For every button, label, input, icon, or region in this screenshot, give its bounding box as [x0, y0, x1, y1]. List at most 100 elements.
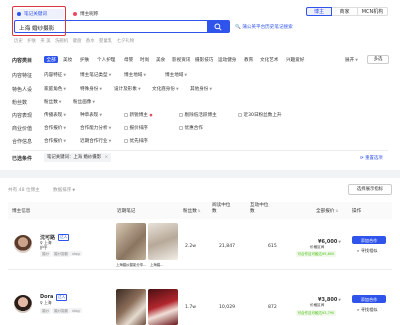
interactions-value: 872 [268, 305, 277, 310]
dropdown-special-identity[interactable]: 特殊身份▼ [80, 86, 102, 92]
history-item[interactable]: 婴童乳 [99, 39, 112, 44]
history-item[interactable]: 香水 [86, 39, 95, 44]
note-thumbnail[interactable] [148, 289, 178, 325]
note-thumbnail[interactable] [116, 223, 146, 260]
dropdown-follower-persona[interactable]: 粉丝画像▼ [73, 99, 95, 105]
avatar[interactable] [14, 235, 32, 253]
find-similar-link[interactable]: ⌕ 寻找相似 [357, 248, 377, 254]
note-thumbnail[interactable] [148, 223, 178, 260]
creator-tag: vlog [70, 251, 82, 257]
dropdown-other-identity[interactable]: 其他身份▼ [190, 86, 212, 92]
history-item[interactable]: 夹 美 [40, 39, 50, 44]
multi-select-button[interactable]: 多选 [367, 55, 389, 64]
dropdown-grass[interactable]: 种草表现▼ [80, 112, 102, 118]
category-option[interactable]: 美妆 [63, 57, 72, 63]
find-similar-link[interactable]: ⌕ 寻找相似 [357, 307, 377, 313]
checkbox-new-creator[interactable]: 新锐博主 ● [124, 112, 153, 118]
dropdown-region-2[interactable]: 博主地域▼ [165, 72, 187, 78]
dropdown-label: 合作报价 [44, 126, 63, 131]
table-row[interactable] [8, 220, 392, 270]
history-label: 历史 [14, 39, 23, 44]
history-item[interactable]: 七夕礼物 [117, 39, 135, 44]
category-option[interactable]: 母婴 [124, 57, 133, 63]
dropdown-follower-count[interactable]: 粉丝数▼ [44, 99, 62, 105]
dropdown-note-type[interactable]: 博主笔记类型▼ [80, 72, 111, 78]
history-item[interactable]: 键盘 [73, 39, 82, 44]
dropdown-spread[interactable]: 传播表现▼ [44, 112, 66, 118]
category-option[interactable]: 教育 [244, 57, 253, 63]
header-label: 互动中位数 [250, 203, 269, 214]
highlight-box [12, 6, 66, 36]
category-option[interactable]: 摄影技巧 [195, 57, 213, 63]
dropdown-culture-identity[interactable]: 文化底身份▼ [152, 86, 179, 92]
note-title[interactable]: 上海婚纱摄影分享... [116, 262, 146, 267]
chevron-down-icon: ▼ [184, 73, 188, 77]
checkbox-priority-sort[interactable]: 优先排序 [124, 138, 148, 144]
category-option[interactable]: 影视资讯 [172, 57, 190, 63]
tab-mcn[interactable]: MCN机构 [358, 7, 388, 16]
checkbox-quote-sort[interactable]: 报价排序 [124, 125, 148, 131]
expand-button[interactable]: 展开▼ [345, 57, 358, 63]
dropdown-quote[interactable]: 合作报价▼ [44, 125, 66, 131]
category-option[interactable]: 个人护理 [97, 57, 115, 63]
dropdown-region[interactable]: 博主地域▼ [124, 72, 146, 78]
results-card: 共有 48 位博主 数据排序▼ 选择展示指标 博主信息 近期笔记 粉丝数⇅ 阅读… [0, 178, 400, 325]
header-all-quotes[interactable]: 全部报价⇅ [316, 208, 338, 214]
note-thumbnail[interactable] [116, 289, 146, 325]
dropdown-design-image[interactable]: 设计及形象▼ [114, 86, 141, 92]
reads-value: 21,847 [219, 244, 236, 249]
selected-chip[interactable]: 笔记关键词：上海 婚纱摄影 × [44, 153, 112, 162]
chevron-down-icon: ▼ [63, 113, 67, 117]
category-option[interactable]: 文化艺术 [260, 57, 278, 63]
badge-label: 达人 [58, 295, 66, 299]
category-option[interactable]: 兴趣爱好 [286, 57, 304, 63]
display-metrics-button[interactable]: 选择展示指标 [348, 184, 392, 195]
header-interactions[interactable]: 互动中位数 [250, 203, 270, 214]
category-option-all[interactable]: 全部 [44, 56, 59, 63]
add-collab-button[interactable]: 添加合作 [352, 295, 386, 303]
checkbox-label: 报价排序 [129, 126, 148, 131]
dropdown-collab-ability[interactable]: 合作能力分析▼ [80, 125, 111, 131]
rating-label: 可合作且可触达¥3,790 [297, 310, 335, 315]
note-title[interactable]: 上海婚... [150, 262, 163, 267]
category-option[interactable]: 运动健身 [218, 57, 236, 63]
header-reads[interactable]: 阅读中位数 [212, 203, 232, 214]
dropdown-collab-quote[interactable]: 合作报价▼ [44, 138, 66, 144]
search-button[interactable] [207, 21, 229, 32]
find-similar-label: 寻找相似 [360, 307, 378, 312]
checkbox-follower-rising[interactable]: 近30日粉丝数上升 [238, 112, 282, 118]
location-label: 上海 [44, 300, 52, 305]
category-option[interactable]: 护肤 [80, 57, 89, 63]
add-collab-button[interactable]: 添加合作 [352, 236, 386, 244]
history-search-link[interactable]: 🔍 蒲公英平台历史笔记搜索 [235, 24, 293, 30]
checkbox-icon [179, 112, 183, 117]
checkbox-icon [124, 112, 128, 117]
header-followers[interactable]: 粉丝数⇅ [183, 208, 201, 214]
collab-rating: 可合作且可触达¥3,790 [296, 310, 336, 316]
result-count: 共有 48 位博主 [8, 188, 40, 193]
dropdown-label: 博主地域 [124, 73, 143, 78]
dropdown-family-role[interactable]: 家庭角色▼ [44, 86, 66, 92]
checkbox-discount[interactable]: 优惠合作 [179, 125, 203, 131]
header-label: 阅读中位数 [212, 203, 231, 214]
category-option[interactable]: 时尚 [140, 57, 149, 63]
history-item[interactable]: 护肤 [27, 39, 36, 44]
checkbox-low-activity[interactable]: 剔除低活跃博主 [179, 112, 217, 118]
dropdown-content-feature[interactable]: 内容特征▼ [44, 72, 66, 78]
history-item[interactable]: 洗碗机 [55, 39, 68, 44]
chevron-down-icon: ▼ [63, 126, 67, 130]
dropdown-label: 家庭角色 [44, 87, 63, 92]
chevron-down-icon: ▼ [63, 87, 67, 91]
close-icon[interactable]: × [105, 155, 109, 160]
search-mode-tab-nickname[interactable]: 博主昵称 [70, 9, 110, 19]
multi-select-label: 多选 [373, 57, 383, 62]
avatar[interactable] [14, 295, 32, 313]
checkbox-icon [124, 125, 128, 130]
checkbox-label: 近30日粉丝数上升 [243, 113, 282, 118]
dropdown-collab-industry[interactable]: 近期合作行业▼ [80, 138, 111, 144]
tab-creator[interactable]: 博主 [306, 7, 332, 16]
category-option[interactable]: 美食 [156, 57, 165, 63]
reset-button[interactable]: ⟳ 重置选项 [360, 155, 383, 161]
tab-merchant[interactable]: 商家 [332, 7, 358, 16]
sort-dropdown[interactable]: 数据排序▼ [53, 187, 75, 193]
